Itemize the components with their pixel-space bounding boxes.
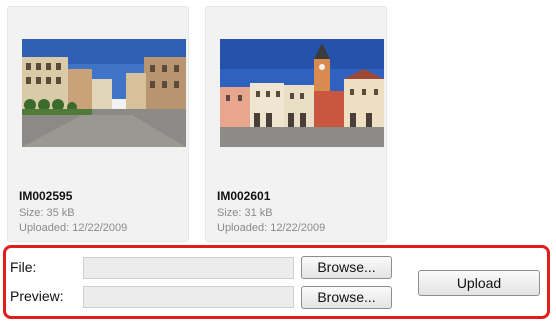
preview-label: Preview: bbox=[10, 288, 64, 304]
town-hall-photo bbox=[220, 39, 384, 147]
photo-upload-date: Uploaded: 12/22/2009 bbox=[217, 222, 326, 234]
file-label: File: bbox=[10, 259, 37, 275]
gallery-item[interactable]: IM002601 Size: 31 kB Uploaded: 12/22/200… bbox=[205, 6, 387, 242]
photo-upload-date: Uploaded: 12/22/2009 bbox=[19, 222, 128, 234]
photo-name: IM002601 bbox=[217, 189, 271, 203]
gallery-item[interactable]: IM002595 Size: 35 kB Uploaded: 12/22/200… bbox=[7, 6, 189, 242]
photo-thumbnail[interactable] bbox=[22, 39, 186, 147]
photo-name: IM002595 bbox=[19, 189, 73, 203]
file-browse-button[interactable]: Browse... bbox=[301, 256, 392, 279]
photo-thumbnail[interactable] bbox=[220, 39, 384, 147]
preview-path-field[interactable] bbox=[83, 286, 294, 308]
preview-browse-button[interactable]: Browse... bbox=[301, 286, 392, 309]
upload-button[interactable]: Upload bbox=[418, 270, 540, 296]
upload-panel: File: Browse... Preview: Browse... Uploa… bbox=[3, 245, 550, 319]
photo-size: Size: 31 kB bbox=[217, 207, 273, 219]
photo-size: Size: 35 kB bbox=[19, 207, 75, 219]
file-path-field[interactable] bbox=[83, 257, 294, 279]
town-square-photo bbox=[22, 39, 186, 147]
